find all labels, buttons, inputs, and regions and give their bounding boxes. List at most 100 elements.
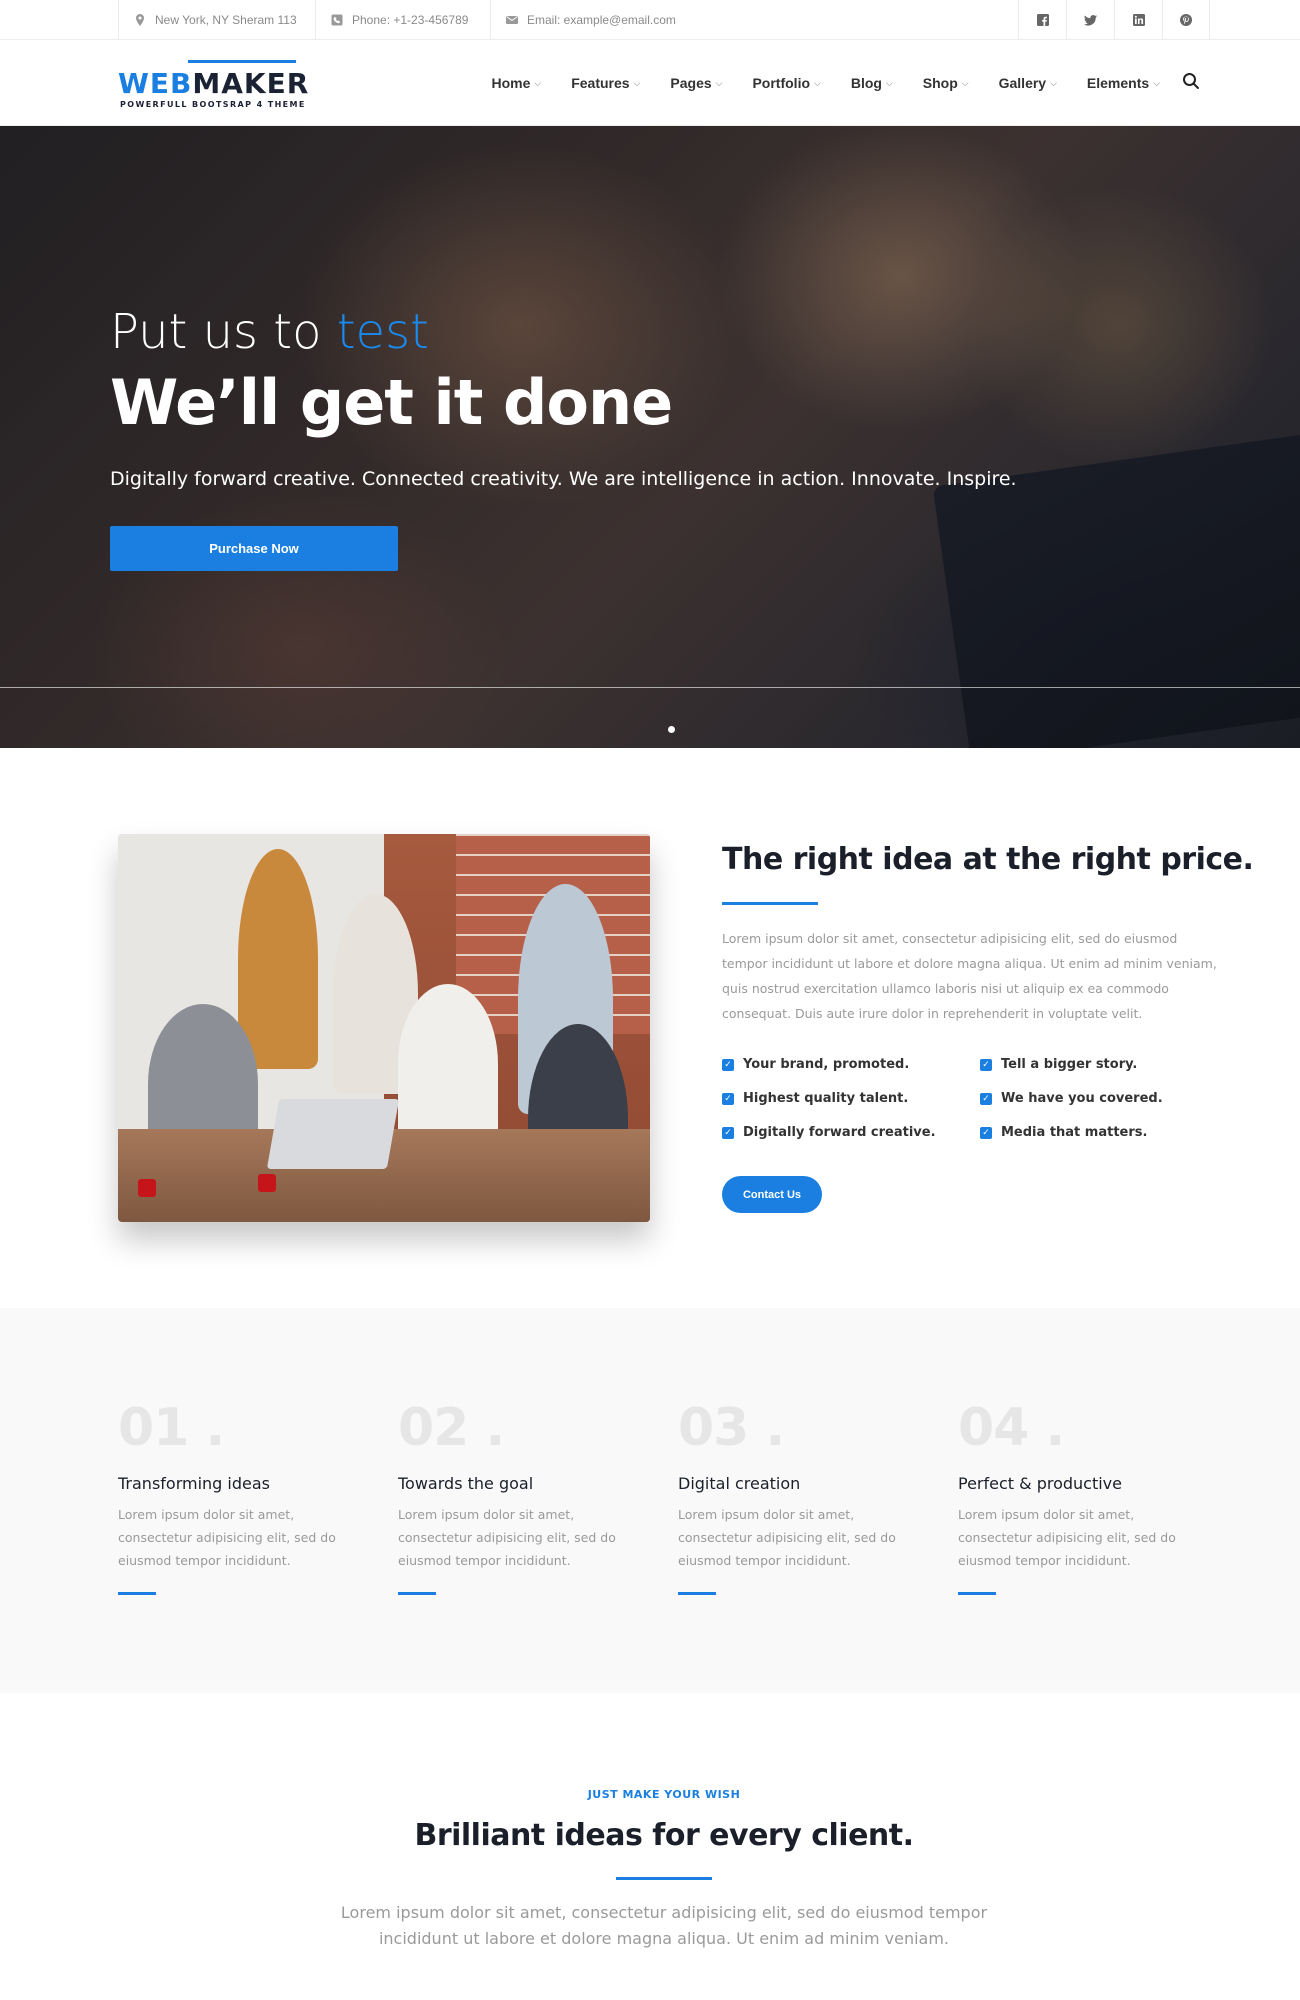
feature-check-item: ✓ Tell a bigger story. xyxy=(980,1057,1137,1072)
search-icon[interactable] xyxy=(1182,72,1204,94)
feature-number: 01 . xyxy=(118,1398,225,1458)
person-figure xyxy=(238,849,318,1069)
nav-item-home[interactable]: Home ⌵ xyxy=(491,75,541,91)
facebook-icon[interactable] xyxy=(1018,0,1066,40)
check-label: Digitally forward creative. xyxy=(743,1125,936,1140)
chevron-down-icon: ⌵ xyxy=(1153,77,1160,88)
logo-tagline: POWERFULL BOOTSRAP 4 THEME xyxy=(120,100,306,109)
nav-item-pages[interactable]: Pages ⌵ xyxy=(670,75,722,91)
checkbox-icon: ✓ xyxy=(980,1058,992,1071)
phone-icon xyxy=(330,13,344,27)
check-label: We have you covered. xyxy=(1001,1091,1163,1106)
nav-label: Elements xyxy=(1086,75,1150,91)
chevron-down-icon: ⌵ xyxy=(534,77,542,88)
logo-wordmark: WEBMAKER xyxy=(118,67,309,100)
nav-item-gallery[interactable]: Gallery ⌵ xyxy=(999,75,1057,91)
nav-label: Features xyxy=(571,75,630,91)
photo-cup xyxy=(258,1174,276,1192)
feature-text: Lorem ipsum dolor sit amet, consectetur … xyxy=(118,1507,336,1568)
features-section: 01 . Transforming ideas Lorem ipsum dolo… xyxy=(0,1308,1300,1693)
nav-label: Blog xyxy=(850,75,882,91)
checkbox-icon: ✓ xyxy=(722,1092,734,1105)
checkbox-icon: ✓ xyxy=(980,1092,992,1105)
top-bar: New York, NY Sheram 113 Phone: +1-23-456… xyxy=(0,0,1300,40)
about-title: The right idea at the right price. xyxy=(722,842,1254,877)
photo-laptop xyxy=(266,1099,400,1169)
section-kicker: JUST MAKE YOUR WISH xyxy=(587,1788,741,1801)
chevron-down-icon: ⌵ xyxy=(1050,77,1057,88)
hero-subtitle: Digitally forward creative. Connected cr… xyxy=(110,468,1017,490)
nav-item-shop[interactable]: Shop ⌵ xyxy=(923,75,969,91)
nav-item-portfolio[interactable]: Portfolio ⌵ xyxy=(752,75,820,91)
map-pin-icon xyxy=(133,13,147,27)
purchase-now-button[interactable]: Purchase Now xyxy=(110,526,398,571)
nav-item-features[interactable]: Features ⌵ xyxy=(571,75,640,91)
section-text: Lorem ipsum dolor sit amet, consectetur … xyxy=(340,1903,988,1948)
section-title: Brilliant ideas for every client. xyxy=(414,1818,914,1853)
check-label: Tell a bigger story. xyxy=(1001,1057,1138,1072)
logo-accent-bar xyxy=(188,60,296,63)
feature-text: Lorem ipsum dolor sit amet, consectetur … xyxy=(958,1507,1176,1568)
hero-pretitle-accent: test xyxy=(336,304,429,360)
chevron-down-icon: ⌵ xyxy=(885,77,893,88)
photo-cup xyxy=(138,1179,156,1197)
phone-info: Phone: +1-23-456789 xyxy=(315,0,468,40)
feature-check-item: ✓ Digitally forward creative. xyxy=(722,1125,936,1140)
phone-text: Phone: +1-23-456789 xyxy=(352,13,469,27)
hero-pretitle-text: Put us to xyxy=(110,304,337,360)
hero-title: We’ll get it done xyxy=(110,366,673,439)
logo-part-web: WEB xyxy=(118,67,193,100)
feature-number: 02 . xyxy=(398,1398,505,1458)
nav-label: Gallery xyxy=(998,75,1047,91)
feature-check-item: ✓ Your brand, promoted. xyxy=(722,1057,909,1072)
checkbox-icon: ✓ xyxy=(980,1126,992,1139)
team-photo xyxy=(118,834,650,1222)
check-label: Your brand, promoted. xyxy=(743,1057,910,1072)
feature-number: 03 . xyxy=(678,1398,785,1458)
feature-title: Perfect & productive xyxy=(958,1474,1122,1493)
nav-label: Home xyxy=(491,75,531,91)
email-text[interactable]: Email: example@email.com xyxy=(527,13,676,27)
email-info: Email: example@email.com xyxy=(490,0,676,40)
main-header: WEBMAKER POWERFULL BOOTSRAP 4 THEME Home… xyxy=(0,40,1300,126)
address-info: New York, NY Sheram 113 xyxy=(118,0,297,40)
hero-slider: Put us to test We’ll get it done Digital… xyxy=(0,126,1300,748)
chevron-down-icon: ⌵ xyxy=(814,77,821,88)
social-links xyxy=(1018,0,1210,40)
feature-text: Lorem ipsum dolor sit amet, consectetur … xyxy=(678,1507,896,1568)
checkbox-icon: ✓ xyxy=(722,1126,734,1139)
chevron-down-icon: ⌵ xyxy=(715,77,723,88)
main-nav: Home ⌵ Features ⌵ Pages ⌵ Portfolio ⌵ Blog ⌵ … xyxy=(491,40,1160,126)
feature-number: 04 . xyxy=(958,1398,1065,1458)
person-figure xyxy=(398,984,498,1144)
nav-item-blog[interactable]: Blog ⌵ xyxy=(851,75,893,91)
slider-dot[interactable] xyxy=(668,726,675,733)
feature-check-item: ✓ Highest quality talent. xyxy=(722,1091,908,1106)
feature-rule xyxy=(398,1592,436,1595)
feature-check-item: ✓ Media that matters. xyxy=(980,1125,1147,1140)
feature-rule xyxy=(958,1592,996,1595)
about-title-rule xyxy=(722,902,818,905)
feature-rule xyxy=(118,1592,156,1595)
feature-check-item: ✓ We have you covered. xyxy=(980,1091,1163,1106)
envelope-icon xyxy=(505,13,519,27)
twitter-icon[interactable] xyxy=(1066,0,1114,40)
linkedin-icon[interactable] xyxy=(1114,0,1162,40)
section-title-rule xyxy=(616,1877,712,1880)
address-text: New York, NY Sheram 113 xyxy=(155,13,297,27)
check-label: Highest quality talent. xyxy=(743,1091,909,1106)
contact-us-button[interactable]: Contact Us xyxy=(722,1176,822,1213)
checkbox-icon: ✓ xyxy=(722,1058,734,1071)
hero-pretitle: Put us to test xyxy=(110,304,429,360)
nav-item-elements[interactable]: Elements ⌵ xyxy=(1087,75,1160,91)
nav-label: Shop xyxy=(922,75,958,91)
feature-title: Transforming ideas xyxy=(118,1474,270,1493)
check-label: Media that matters. xyxy=(1001,1125,1148,1140)
chevron-down-icon: ⌵ xyxy=(633,77,641,88)
nav-label: Pages xyxy=(670,75,712,91)
hero-divider xyxy=(0,687,1300,688)
nav-label: Portfolio xyxy=(752,75,811,91)
about-text: Lorem ipsum dolor sit amet, consectetur … xyxy=(722,931,1217,1021)
feature-rule xyxy=(678,1592,716,1595)
pinterest-icon[interactable] xyxy=(1162,0,1210,40)
